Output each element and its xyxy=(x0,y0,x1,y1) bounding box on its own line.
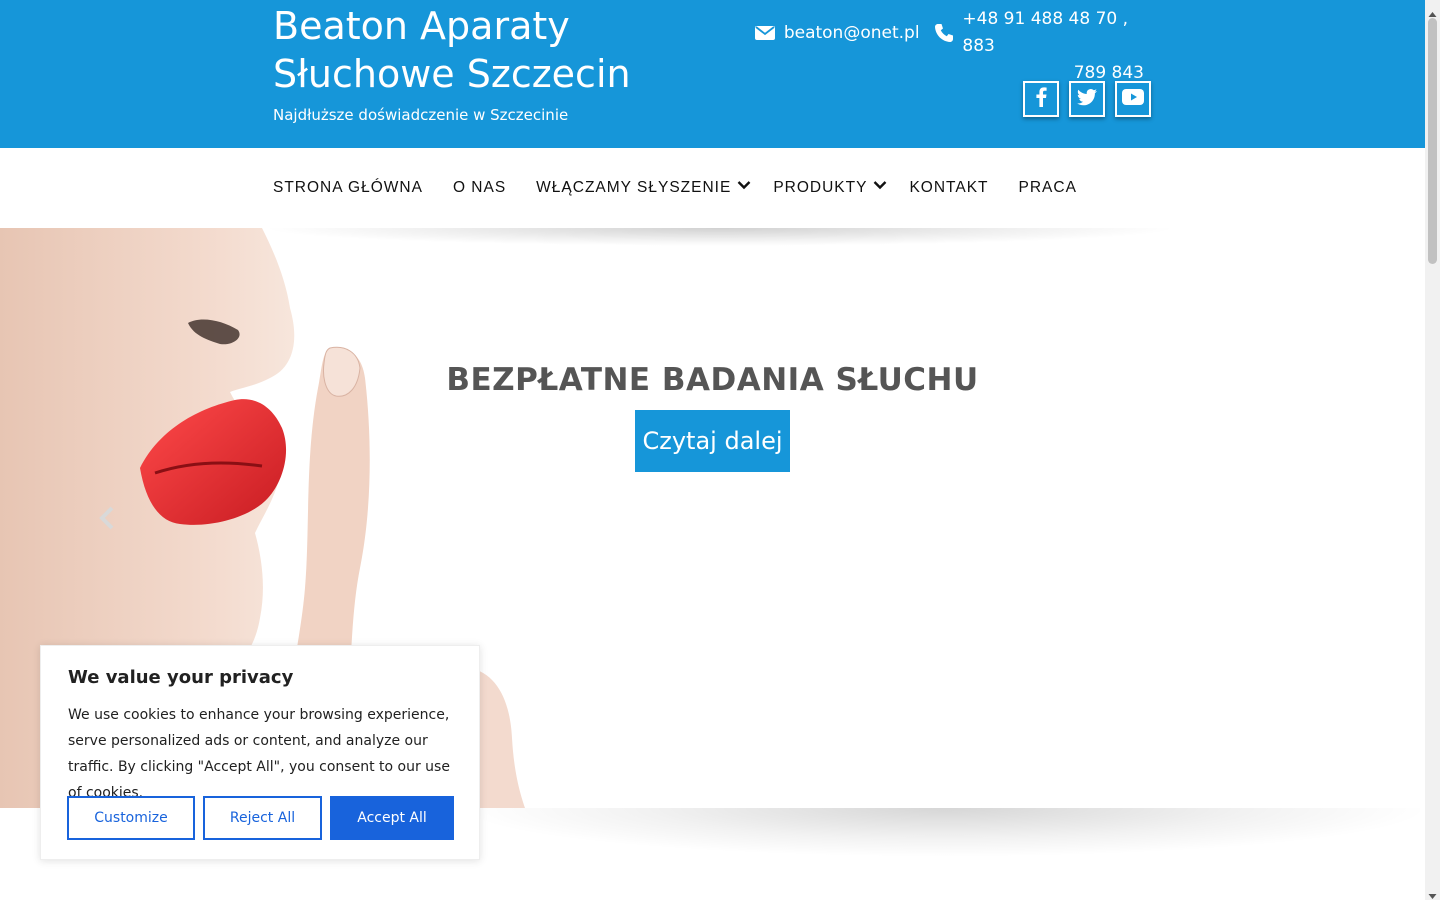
envelope-icon xyxy=(755,22,776,44)
nav-item-produkty[interactable]: PRODUKTY xyxy=(773,179,887,197)
slider-prev-icon[interactable] xyxy=(98,506,116,534)
nav-item-wlaczamy-slyszenie[interactable]: WŁĄCZAMY SŁYSZENIE xyxy=(536,179,751,197)
contact-phone[interactable]: +48 91 488 48 70 , 883 xyxy=(962,6,1155,60)
contact-info: beaton@onet.pl +48 91 488 48 70 , 883 78… xyxy=(755,6,1155,87)
contact-email[interactable]: beaton@onet.pl xyxy=(784,20,920,47)
nav-item-o-nas[interactable]: O NAS xyxy=(453,179,506,197)
social-links xyxy=(1023,81,1151,117)
reject-all-button[interactable]: Reject All xyxy=(203,796,322,840)
cookie-text: We use cookies to enhance your browsing … xyxy=(68,707,450,801)
facebook-link[interactable] xyxy=(1023,81,1059,117)
main-navigation: STRONA GŁÓWNA O NAS WŁĄCZAMY SŁYSZENIE P… xyxy=(0,148,1425,228)
page-scrollbar[interactable] xyxy=(1425,0,1440,900)
chevron-down-icon[interactable] xyxy=(873,180,887,190)
nav-item-strona-glowna[interactable]: STRONA GŁÓWNA xyxy=(273,179,423,197)
nav-item-praca[interactable]: PRACA xyxy=(1019,179,1077,197)
hero-bottom-shadow xyxy=(470,808,1420,856)
nav-item-kontakt[interactable]: KONTAKT xyxy=(909,179,988,197)
cookie-consent-banner: We value your privacy We use cookies to … xyxy=(40,645,480,860)
nav-label: KONTAKT xyxy=(909,179,989,196)
hero-title: BEZPŁATNE BADANIA SŁUCHU xyxy=(446,362,979,398)
facebook-icon xyxy=(1035,87,1047,111)
scroll-down-icon[interactable] xyxy=(1428,886,1437,899)
scroll-up-icon[interactable] xyxy=(1428,4,1437,17)
nav-label: PRACA xyxy=(1018,179,1077,196)
customize-button[interactable]: Customize xyxy=(67,796,195,840)
phone-icon xyxy=(934,22,955,44)
youtube-link[interactable] xyxy=(1115,81,1151,117)
cookie-title: We value your privacy xyxy=(68,667,294,688)
twitter-link[interactable] xyxy=(1069,81,1105,117)
read-more-button[interactable]: Czytaj dalej xyxy=(635,410,790,472)
youtube-icon xyxy=(1122,89,1144,109)
nav-label: PRODUKTY xyxy=(773,179,868,196)
accept-all-button[interactable]: Accept All xyxy=(330,796,454,840)
site-tagline: Najdłuższe doświadczenie w Szczecinie xyxy=(273,106,569,124)
chevron-down-icon[interactable] xyxy=(737,180,751,190)
nav-label: STRONA GŁÓWNA xyxy=(273,179,423,196)
site-title[interactable]: Beaton Aparaty Słuchowe Szczecin xyxy=(273,2,693,98)
nav-label: WŁĄCZAMY SŁYSZENIE xyxy=(536,179,732,196)
twitter-icon xyxy=(1077,88,1097,110)
scrollbar-thumb[interactable] xyxy=(1428,18,1437,264)
site-header: Beaton Aparaty Słuchowe Szczecin Najdłuż… xyxy=(0,0,1425,148)
nav-label: O NAS xyxy=(452,179,507,196)
